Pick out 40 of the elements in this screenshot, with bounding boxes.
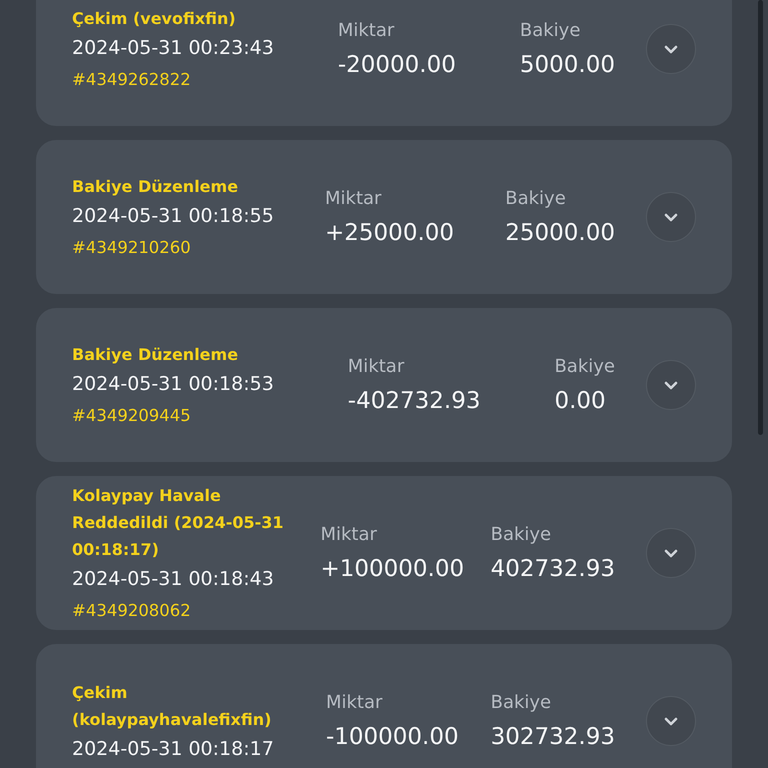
amount-label: Miktar: [338, 18, 394, 42]
balance-label: Bakiye: [490, 690, 552, 714]
balance-label: Bakiye: [505, 186, 566, 210]
amount-value: +100000.00: [320, 554, 464, 584]
scrollbar-thumb[interactable]: [758, 0, 763, 435]
expand-button[interactable]: [646, 528, 696, 578]
transaction-title: Çekim (vevofixfin): [72, 8, 236, 30]
transaction-id: #4349208062: [72, 600, 191, 622]
expand-button[interactable]: [646, 360, 696, 410]
expand-button[interactable]: [646, 696, 696, 746]
balance-label: Bakiye: [490, 522, 552, 546]
balance-value: 302732.93: [490, 722, 615, 752]
balance-label: Bakiye: [520, 18, 580, 42]
transaction-date: 2024-05-31 00:18:17: [72, 737, 274, 762]
balance-value: 0.00: [554, 386, 606, 416]
amount-value: -20000.00: [338, 50, 456, 80]
transaction-title: Çekim (kolaypayhavalefixfin): [72, 682, 272, 731]
transaction-title: Kolaypay Havale Reddedildi (2024-05-31 00:18:17): [72, 485, 285, 561]
expand-button[interactable]: [646, 192, 696, 242]
balance-value: 25000.00: [505, 218, 615, 248]
amount-label: Miktar: [320, 522, 377, 546]
amount-value: -100000.00: [326, 722, 459, 752]
transaction-date: 2024-05-31 00:18:55: [72, 204, 274, 229]
transaction-date: 2024-05-31 00:23:43: [72, 36, 274, 61]
amount-value: +25000.00: [325, 218, 454, 248]
transaction-id: #4349210260: [72, 237, 191, 259]
transaction-id: #4349209445: [72, 405, 191, 427]
transaction-title: Bakiye Düzenleme: [72, 344, 238, 366]
balance-value: 402732.93: [490, 554, 615, 584]
amount-label: Miktar: [326, 690, 382, 714]
balance-label: Bakiye: [554, 354, 615, 378]
expand-button[interactable]: [646, 24, 696, 74]
transaction-title: Bakiye Düzenleme: [72, 176, 238, 198]
transaction-id: #4349262822: [72, 69, 191, 91]
transaction-date: 2024-05-31 00:18:53: [72, 372, 274, 397]
balance-value: 5000.00: [520, 50, 615, 80]
amount-label: Miktar: [325, 186, 382, 210]
amount-label: Miktar: [348, 354, 404, 378]
amount-value: -402732.93: [348, 386, 480, 416]
transaction-date: 2024-05-31 00:18:43: [72, 567, 274, 592]
